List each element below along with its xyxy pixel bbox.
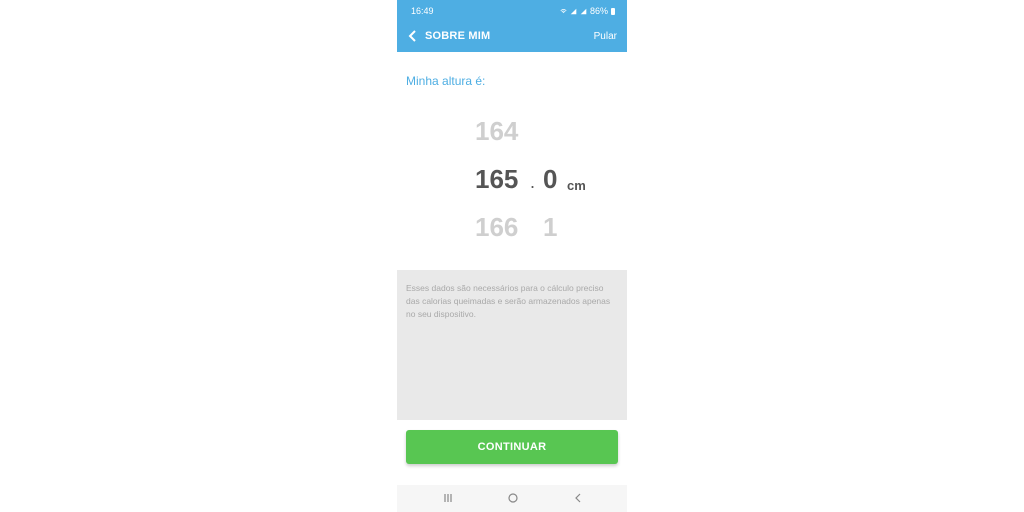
unit-label: cm bbox=[567, 178, 586, 193]
battery-percent: 86% bbox=[589, 6, 608, 16]
height-picker[interactable]: 164 165 . 0 cm 166 1 bbox=[397, 112, 627, 262]
info-section: Esses dados são necessários para o cálcu… bbox=[397, 270, 627, 420]
integer-selected-value[interactable]: 165 bbox=[475, 164, 518, 195]
recent-apps-icon[interactable] bbox=[442, 492, 454, 504]
height-card: Minha altura é: 164 165 . 0 cm 166 1 bbox=[397, 52, 627, 270]
skip-button[interactable]: Pular bbox=[594, 31, 617, 42]
signal-icon bbox=[570, 8, 577, 14]
status-time: 16:49 bbox=[411, 6, 434, 16]
back-arrow-icon bbox=[408, 30, 416, 42]
integer-next-value[interactable]: 166 bbox=[475, 212, 518, 243]
app-bar: SOBRE MIM Pular bbox=[397, 22, 627, 52]
decimal-separator: . bbox=[530, 172, 536, 192]
integer-prev-value[interactable]: 164 bbox=[475, 116, 518, 147]
signal-icon bbox=[580, 8, 587, 14]
footer: CONTINUAR bbox=[397, 420, 627, 485]
continue-button[interactable]: CONTINUAR bbox=[406, 430, 618, 464]
home-icon[interactable] bbox=[507, 492, 519, 504]
phone-screen: 16:49 86% SOBRE MIM Pular Minha altura é… bbox=[397, 0, 627, 512]
wifi-icon bbox=[560, 8, 567, 13]
status-icons: 86% bbox=[560, 6, 615, 16]
decimal-next-value[interactable]: 1 bbox=[543, 212, 557, 243]
battery-icon bbox=[611, 7, 615, 15]
decimal-selected-value[interactable]: 0 bbox=[543, 164, 557, 195]
back-button[interactable] bbox=[405, 28, 421, 44]
nav-back-icon[interactable] bbox=[572, 492, 584, 504]
info-text: Esses dados são necessários para o cálcu… bbox=[406, 283, 611, 319]
height-question: Minha altura é: bbox=[406, 74, 486, 88]
system-nav-bar bbox=[397, 485, 627, 512]
page-title: SOBRE MIM bbox=[425, 30, 491, 42]
status-bar: 16:49 86% bbox=[397, 0, 627, 22]
